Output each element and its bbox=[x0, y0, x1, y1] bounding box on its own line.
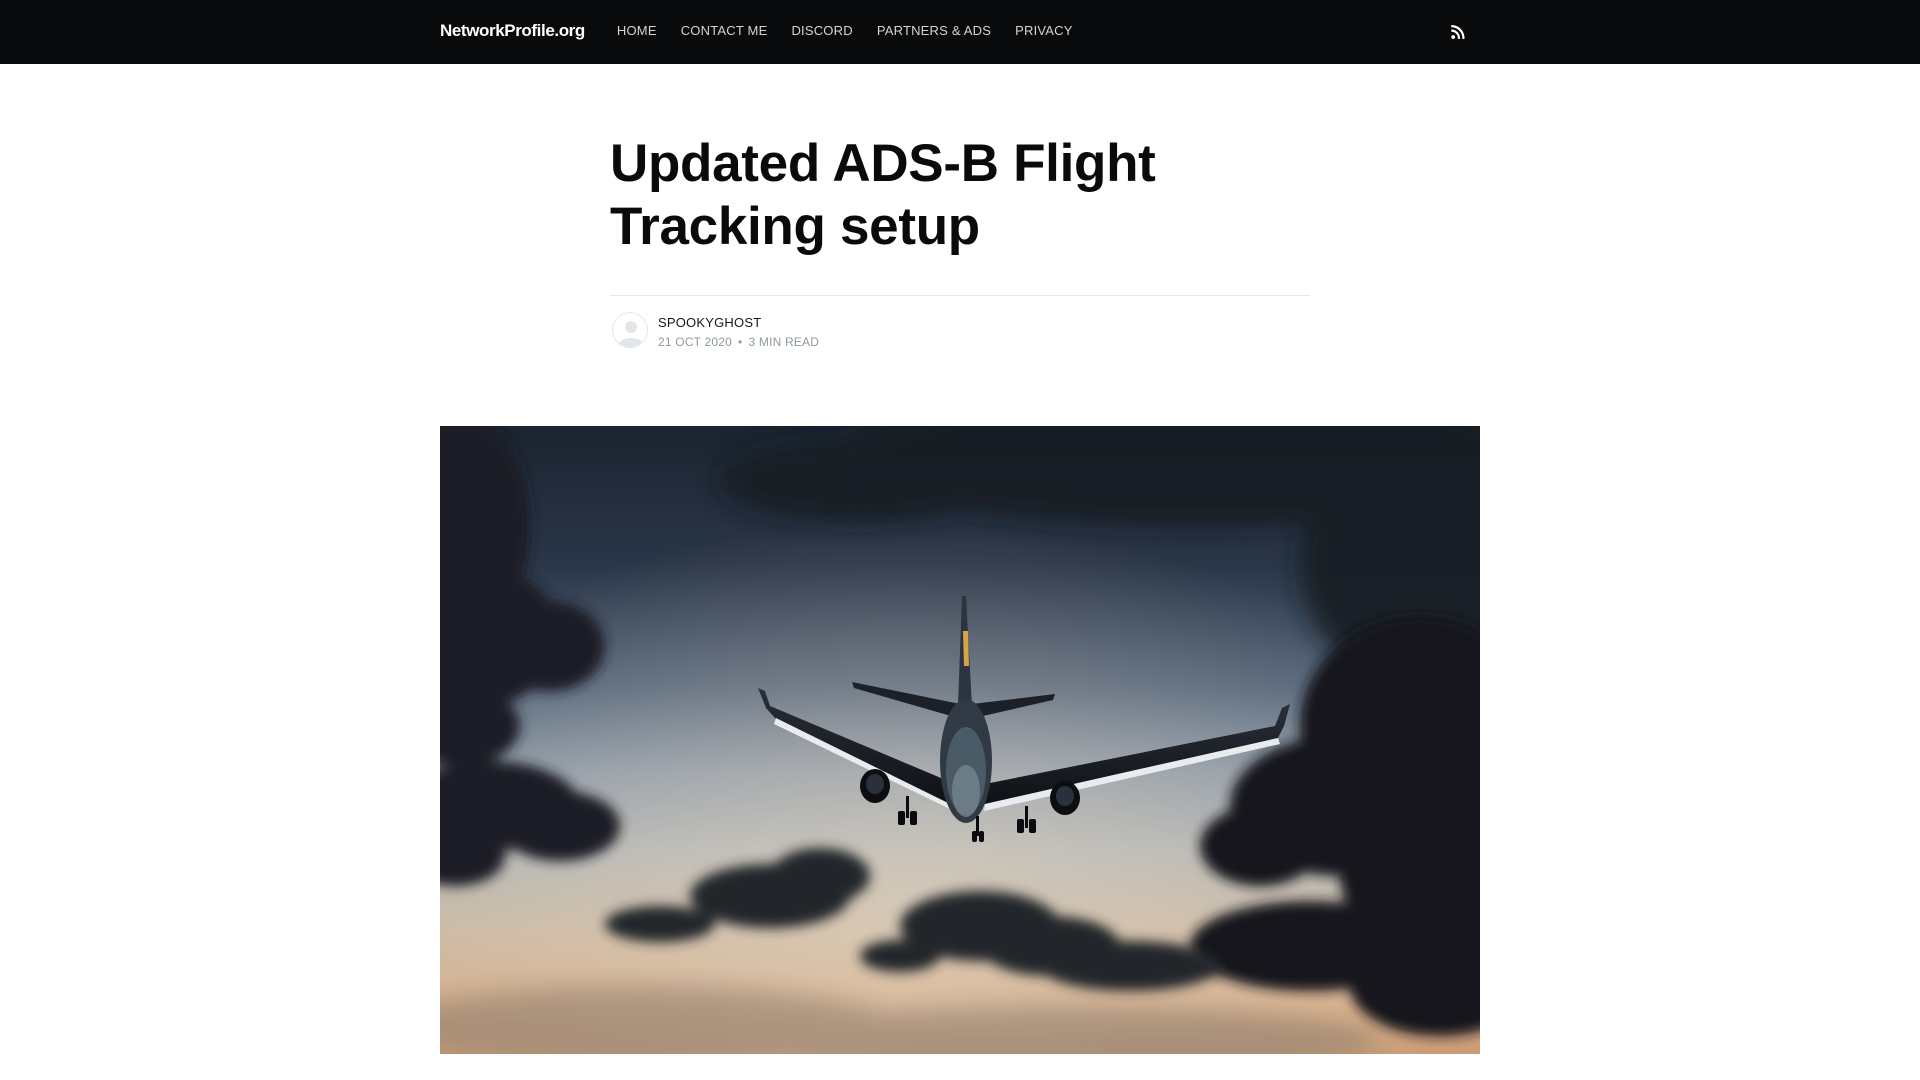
feature-image bbox=[440, 426, 1480, 1054]
nav-item-discord: DISCORD bbox=[791, 22, 852, 40]
airplane-landing-at-dusk-photo bbox=[440, 426, 1480, 1054]
site-brand-link[interactable]: NetworkProfile.org bbox=[440, 21, 585, 41]
nav-menu: HOME CONTACT ME DISCORD PARTNERS & ADS P… bbox=[605, 22, 1085, 40]
user-avatar-icon bbox=[614, 314, 647, 347]
rss-button[interactable] bbox=[1448, 22, 1468, 42]
nav-item-partners: PARTNERS & ADS bbox=[877, 22, 991, 40]
nav-link-contact[interactable]: CONTACT ME bbox=[681, 23, 768, 38]
reading-time: 3 MIN READ bbox=[748, 335, 820, 349]
author-avatar[interactable] bbox=[612, 312, 648, 348]
nav-link-home[interactable]: HOME bbox=[617, 23, 657, 38]
meta-separator: • bbox=[738, 335, 743, 349]
nav-link-privacy[interactable]: PRIVACY bbox=[1015, 23, 1073, 38]
post-date: 21 OCT 2020 bbox=[658, 335, 733, 349]
nav-item-privacy: PRIVACY bbox=[1015, 22, 1073, 40]
rss-icon bbox=[1451, 24, 1465, 40]
author-name-link[interactable]: SPOOKYGHOST bbox=[658, 315, 761, 330]
site-nav: NetworkProfile.org HOME CONTACT ME DISCO… bbox=[0, 0, 1920, 64]
nav-inner: NetworkProfile.org HOME CONTACT ME DISCO… bbox=[440, 0, 1480, 64]
nav-item-contact: CONTACT ME bbox=[681, 22, 768, 40]
post-header: Updated ADS-B Flight Tracking setup bbox=[610, 132, 1310, 258]
nav-item-home: HOME bbox=[617, 22, 657, 40]
byline-meta: 21 OCT 2020 • 3 MIN READ bbox=[658, 335, 819, 349]
nav-link-partners[interactable]: PARTNERS & ADS bbox=[877, 23, 991, 38]
post-title: Updated ADS-B Flight Tracking setup bbox=[610, 134, 1156, 256]
post-byline: SPOOKYGHOST 21 OCT 2020 • 3 MIN READ bbox=[610, 295, 1310, 355]
nav-link-discord[interactable]: DISCORD bbox=[791, 23, 852, 38]
